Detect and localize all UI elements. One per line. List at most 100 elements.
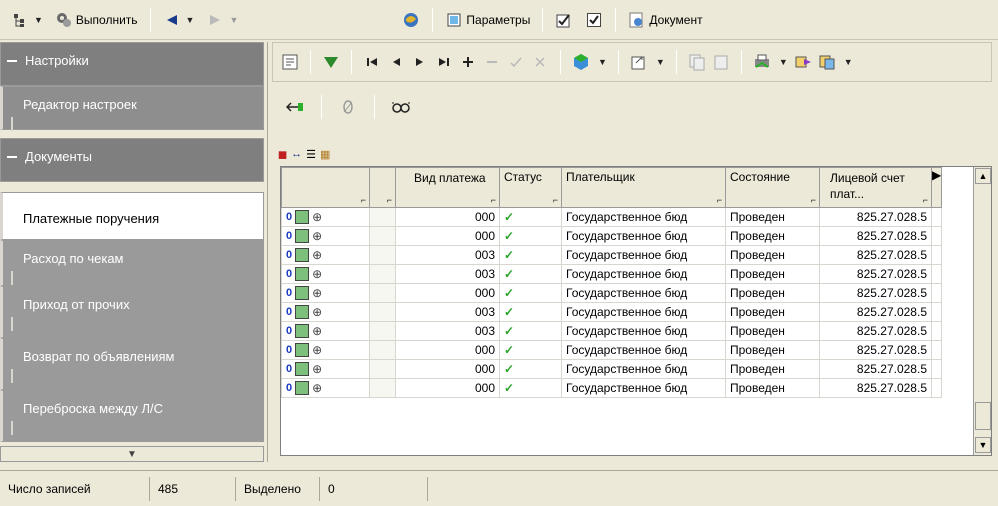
document-icon[interactable]: [295, 229, 310, 243]
header-payer[interactable]: Плательщик ⌐: [561, 167, 726, 208]
attachment-icon[interactable]: ⊕: [312, 324, 322, 338]
print-icon[interactable]: [753, 53, 771, 71]
row-icons-cell[interactable]: 0 ⊕: [281, 359, 370, 379]
table-row[interactable]: 0 ⊕ 003 ✓ Государственное бюд Проведен 825.27.…: [281, 245, 943, 265]
info-icon[interactable]: 0: [286, 325, 292, 337]
copy-icon[interactable]: [688, 53, 706, 71]
report-icon[interactable]: [281, 53, 299, 71]
confirm-icon[interactable]: [507, 53, 525, 71]
table-row[interactable]: 0 ⊕ 003 ✓ Государственное бюд Проведен 825.27.…: [281, 302, 943, 322]
table-row[interactable]: 0 ⊕ 000 ✓ Государственное бюд Проведен 825.27.…: [281, 359, 943, 379]
header-state[interactable]: Состояние ⌐: [725, 167, 820, 208]
paste-icon[interactable]: [712, 53, 730, 71]
header-account[interactable]: Лицевой счет плат... ⌐: [819, 167, 932, 208]
attach-arrow-icon[interactable]: [286, 98, 304, 116]
nav-item-payment-orders[interactable]: Платежные поручения: [0, 192, 264, 240]
column-settings-icon[interactable]: ▦: [320, 148, 330, 161]
chevron-down-icon[interactable]: ▼: [186, 15, 195, 25]
scroll-down-button[interactable]: ▼: [975, 437, 991, 453]
tree-view-button[interactable]: ▼: [6, 7, 48, 33]
row-marker-cell[interactable]: [369, 302, 396, 322]
row-marker-cell[interactable]: [369, 226, 396, 246]
delete-record-icon[interactable]: [483, 53, 501, 71]
column-resize-icon[interactable]: ↔: [291, 148, 302, 160]
row-icons-cell[interactable]: 0 ⊕: [281, 264, 370, 284]
document-icon[interactable]: [295, 381, 310, 395]
document-icon[interactable]: [295, 248, 310, 262]
nav-item-transfer[interactable]: Переброска между Л/С: [0, 390, 264, 442]
filter-icon[interactable]: [322, 53, 340, 71]
document-icon[interactable]: [295, 286, 310, 300]
nav-item-check-expenses[interactable]: Расход по чекам: [0, 240, 264, 286]
row-marker-cell[interactable]: [369, 283, 396, 303]
chevron-down-icon[interactable]: ▼: [598, 57, 607, 67]
row-marker-cell[interactable]: [369, 321, 396, 341]
header-payment-type[interactable]: Вид платежа ⌐: [395, 167, 500, 208]
vertical-scrollbar[interactable]: ▲ ▼: [973, 167, 991, 455]
next-record-icon[interactable]: [411, 53, 429, 71]
cube-icon[interactable]: [572, 53, 590, 71]
row-icons-cell[interactable]: 0 ⊕: [281, 340, 370, 360]
table-row[interactable]: 0 ⊕ 003 ✓ Государственное бюд Проведен 825.27.…: [281, 264, 943, 284]
info-icon[interactable]: 0: [286, 306, 292, 318]
scroll-up-button[interactable]: ▲: [975, 168, 991, 184]
last-record-icon[interactable]: [435, 53, 453, 71]
document-icon[interactable]: [295, 305, 310, 319]
export-icon[interactable]: [630, 53, 648, 71]
attachment-icon[interactable]: ⊕: [312, 248, 322, 262]
nav-scroll-down-button[interactable]: ▼: [0, 446, 264, 462]
prev-record-icon[interactable]: [387, 53, 405, 71]
add-record-icon[interactable]: [459, 53, 477, 71]
nav-group-documents[interactable]: Документы: [0, 138, 264, 182]
header-more[interactable]: ▶: [930, 167, 943, 208]
info-icon[interactable]: 0: [286, 287, 292, 299]
attachment-icon[interactable]: ⊕: [312, 381, 322, 395]
row-icons-cell[interactable]: 0 ⊕: [281, 207, 370, 227]
row-icons-cell[interactable]: 0 ⊕: [281, 283, 370, 303]
attachment-icon[interactable]: ⊕: [312, 267, 322, 281]
table-row[interactable]: 0 ⊕ 000 ✓ Государственное бюд Проведен 825.27.…: [281, 283, 943, 303]
zero-icon[interactable]: [339, 98, 357, 116]
glasses-icon[interactable]: [392, 98, 410, 116]
table-row[interactable]: 0 ⊕ 000 ✓ Государственное бюд Проведен 825.27.…: [281, 207, 943, 227]
row-marker-cell[interactable]: [369, 340, 396, 360]
info-icon[interactable]: 0: [286, 230, 292, 242]
nav-item-other-income[interactable]: Приход от прочих: [0, 286, 264, 338]
nav-group-settings[interactable]: Настройки: [0, 42, 264, 86]
document-icon[interactable]: [295, 343, 310, 357]
clone-icon[interactable]: [818, 53, 836, 71]
table-row[interactable]: 0 ⊕ 003 ✓ Государственное бюд Проведен 825.27.…: [281, 321, 943, 341]
attachment-icon[interactable]: ⊕: [312, 305, 322, 319]
nav-item-settings-editor[interactable]: Редактор настроек: [0, 86, 264, 131]
table-row[interactable]: 0 ⊕ 000 ✓ Государственное бюд Проведен 825.27.…: [281, 340, 943, 360]
scroll-thumb[interactable]: [975, 402, 991, 430]
column-list-icon[interactable]: ☰: [306, 148, 316, 161]
row-marker-cell[interactable]: [369, 378, 396, 398]
row-icons-cell[interactable]: 0 ⊕: [281, 245, 370, 265]
chevron-down-icon[interactable]: ▼: [34, 15, 43, 25]
info-icon[interactable]: 0: [286, 211, 292, 223]
execute-button[interactable]: Выполнить: [50, 7, 143, 33]
column-delete-icon[interactable]: ◼: [278, 148, 287, 161]
attachment-icon[interactable]: ⊕: [312, 229, 322, 243]
info-icon[interactable]: 0: [286, 344, 292, 356]
chevron-down-icon[interactable]: ▼: [656, 57, 665, 67]
attachment-icon[interactable]: ⊕: [312, 343, 322, 357]
info-icon[interactable]: 0: [286, 382, 292, 394]
back-button[interactable]: ▼: [158, 7, 200, 33]
document-icon[interactable]: [295, 362, 310, 376]
row-icons-cell[interactable]: 0 ⊕: [281, 321, 370, 341]
check-button[interactable]: [580, 7, 608, 33]
document-icon[interactable]: [295, 210, 310, 224]
nav-item-returns[interactable]: Возврат по объявлениям: [0, 338, 264, 390]
row-icons-cell[interactable]: 0 ⊕: [281, 378, 370, 398]
attachment-icon[interactable]: ⊕: [312, 210, 322, 224]
send-icon[interactable]: [794, 53, 812, 71]
row-marker-cell[interactable]: [369, 207, 396, 227]
attachment-icon[interactable]: ⊕: [312, 362, 322, 376]
info-icon[interactable]: 0: [286, 363, 292, 375]
header-marker-column[interactable]: ⌐: [369, 167, 396, 208]
chevron-down-icon[interactable]: ▼: [844, 57, 853, 67]
chevron-down-icon[interactable]: ▼: [229, 15, 238, 25]
chevron-down-icon[interactable]: ▼: [779, 57, 788, 67]
